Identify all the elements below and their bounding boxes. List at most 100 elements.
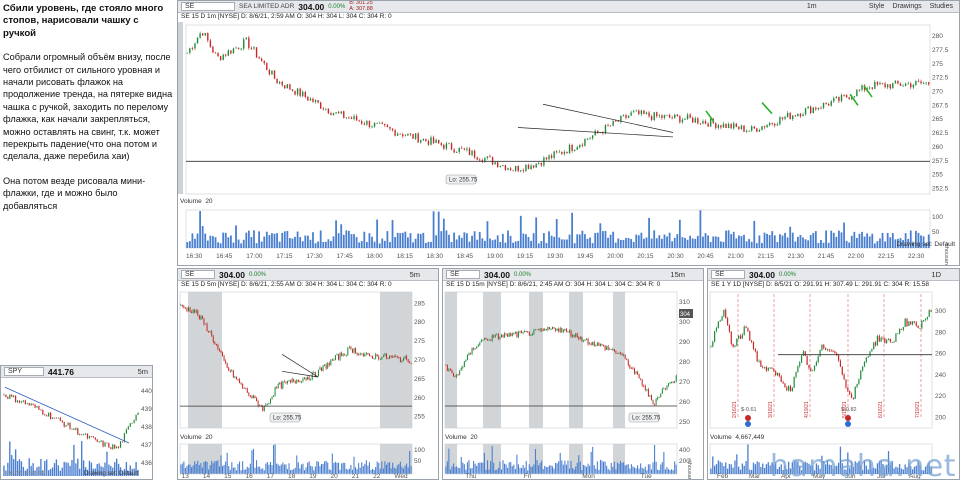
- c2svg-candle: [290, 380, 291, 382]
- c4-candle: [790, 386, 791, 391]
- drawing-set-label[interactable]: Drawing set: Default: [896, 241, 955, 248]
- main-volume-bar: [787, 237, 789, 248]
- main-volume-bar: [389, 242, 391, 248]
- studies-button[interactable]: Studies: [930, 3, 953, 10]
- main-volume-bar: [233, 243, 235, 248]
- c2svg-volume-bar: [279, 466, 280, 474]
- main-candle: [240, 49, 241, 50]
- spy-candle: [104, 443, 105, 447]
- c2svg-candle: [354, 348, 355, 352]
- chart-1d-interval-button[interactable]: 1D: [931, 270, 959, 279]
- c4-candle: [720, 320, 721, 321]
- c4-candle: [734, 346, 735, 347]
- main-volume-bar: [784, 233, 786, 248]
- chart-15m-price-chart[interactable]: Lo: 255.75310304300290280270260250400200…: [443, 290, 703, 479]
- c3svg-volume-bar: [578, 455, 579, 474]
- c2svg-volume-bar: [214, 461, 215, 474]
- spy-drawing-set-label[interactable]: Drawing set: Default: [84, 471, 138, 477]
- chart-5m-price-chart[interactable]: Lo: 255.75285280275270265260255100501314…: [178, 290, 438, 479]
- c4-candle: [906, 319, 907, 326]
- main-volume-bar: [794, 242, 796, 248]
- main-volume-bar: [515, 241, 517, 248]
- c4-candle: [823, 345, 824, 348]
- style-button[interactable]: Style: [869, 3, 885, 10]
- main-candle: [643, 110, 644, 113]
- c2svg-candle: [239, 379, 240, 383]
- main-candle: [510, 168, 511, 170]
- main-candle: [723, 124, 724, 128]
- main-volume-bar: [497, 235, 499, 248]
- chart-15m-symbol-input[interactable]: SE: [446, 270, 480, 279]
- spy-candle: [101, 441, 102, 442]
- c2svg-candle: [213, 336, 214, 342]
- c3svg-candle: [597, 343, 598, 346]
- drawings-button[interactable]: Drawings: [892, 3, 921, 10]
- main-volume-bar: [245, 233, 247, 248]
- spy-symbol-input[interactable]: SPY: [4, 367, 44, 376]
- c2svg-candle: [367, 353, 368, 354]
- main-candle: [469, 149, 470, 155]
- main-volume-bar: [333, 236, 335, 248]
- ask-label: A: 307.88: [349, 7, 373, 13]
- main-candle: [476, 157, 477, 159]
- c4-candle: [819, 350, 820, 356]
- c2svg-candle: [248, 393, 249, 396]
- main-candle: [238, 48, 239, 49]
- c3svg-candle: [530, 335, 531, 336]
- c3svg-volume-bar: [507, 468, 508, 474]
- c4-candle: [895, 334, 896, 342]
- main-candle: [223, 55, 224, 60]
- main-candle: [271, 70, 272, 74]
- c3svg-volume-bar: [632, 467, 633, 474]
- c2svg-candle: [197, 311, 198, 316]
- main-candle: [315, 100, 316, 102]
- c2svg-candle: [250, 396, 251, 397]
- main-volume-bar: [402, 233, 404, 248]
- chart-1d-symbol-input[interactable]: SE: [711, 270, 745, 279]
- main-x-tick: 22:30: [908, 253, 925, 260]
- main-candle: [361, 121, 362, 123]
- spy-candle: [114, 445, 115, 449]
- spy-interval-button[interactable]: 5m: [138, 367, 152, 376]
- main-candle: [235, 48, 236, 49]
- c3svg-candle: [636, 372, 637, 374]
- main-x-tick: 19:30: [547, 253, 564, 260]
- spy-candle: [60, 418, 61, 421]
- chart-5m-symbol-input[interactable]: SE: [181, 270, 215, 279]
- main-candle: [784, 117, 785, 119]
- c3svg-volume-bar: [561, 460, 562, 474]
- c2svg-candle: [358, 354, 359, 355]
- symbol-input[interactable]: SE: [181, 2, 235, 11]
- c2svg-y-tick: 275: [414, 338, 425, 345]
- c3svg-candle: [445, 365, 446, 366]
- spy-candle: [21, 402, 22, 403]
- c4-candle: [875, 342, 876, 345]
- main-volume-bar: [556, 219, 558, 248]
- spy-volume-bar: [58, 465, 59, 476]
- c3svg-candle: [662, 389, 663, 394]
- chart-5m-interval-button[interactable]: 5m: [410, 270, 438, 279]
- interval-button[interactable]: 1m: [807, 3, 817, 10]
- main-candle: [805, 108, 806, 114]
- main-candle: [646, 113, 647, 114]
- spy-price-chart[interactable]: 4404394384374368/5/21, 8:55 PM: [1, 378, 152, 479]
- c3svg-candle: [450, 369, 451, 370]
- main-candle: [464, 149, 465, 150]
- c2svg-volume-bar: [366, 460, 367, 474]
- c3svg-volume-bar: [445, 466, 446, 474]
- chart-15m-interval-button[interactable]: 15m: [670, 270, 703, 279]
- c3svg-candle: [651, 395, 652, 400]
- main-volume-bar: [230, 235, 232, 248]
- main-price-chart[interactable]: Lo: 255.75280277.5275272.5270267.5265262…: [178, 22, 959, 266]
- c3svg-candle: [453, 373, 454, 376]
- main-volume-bar: [851, 236, 853, 248]
- c2svg-x-tick: 19: [309, 473, 317, 479]
- c2svg-candle: [199, 315, 200, 319]
- main-candle: [233, 48, 234, 53]
- main-volume-bar: [327, 239, 329, 248]
- main-volume-bar: [661, 239, 663, 248]
- main-volume-bar: [782, 236, 784, 248]
- c2svg-flag-upper-line: [282, 354, 318, 377]
- c2svg-candle: [378, 356, 379, 359]
- c3svg-candle: [580, 337, 581, 339]
